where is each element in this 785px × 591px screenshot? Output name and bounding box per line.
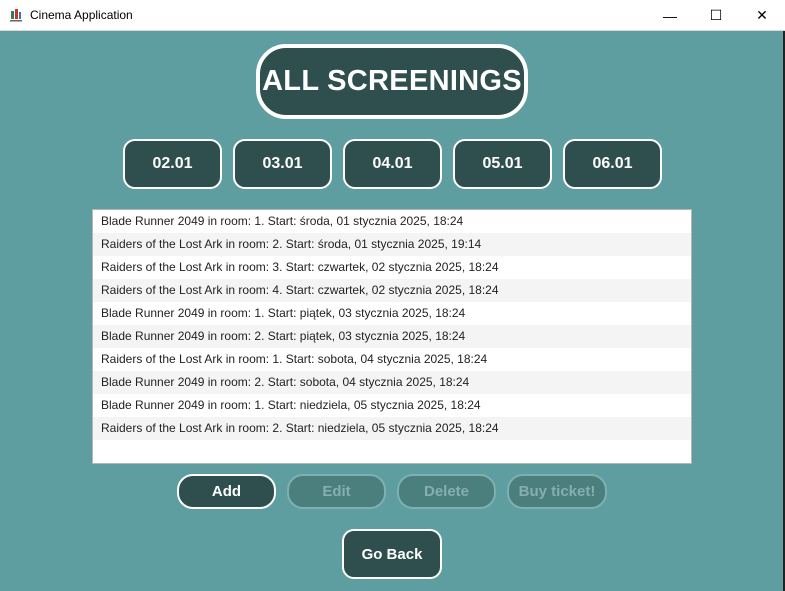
go-back-button[interactable]: Go Back [342,529,442,579]
window-title: Cinema Application [30,8,133,22]
list-item[interactable]: Blade Runner 2049 in room: 1. Start: pią… [93,302,691,325]
date-button-05-01[interactable]: 05.01 [453,139,552,189]
buy-ticket-button[interactable]: Buy ticket! [507,474,607,509]
date-button-06-01[interactable]: 06.01 [563,139,662,189]
list-item[interactable]: Raiders of the Lost Ark in room: 2. Star… [93,233,691,256]
list-item[interactable]: Blade Runner 2049 in room: 1. Start: nie… [93,394,691,417]
close-button[interactable]: ✕ [739,0,785,31]
list-item[interactable]: Blade Runner 2049 in room: 2. Start: sob… [93,371,691,394]
list-item[interactable]: Raiders of the Lost Ark in room: 2. Star… [93,417,691,440]
minimize-button[interactable]: — [647,0,693,31]
list-item[interactable]: Blade Runner 2049 in room: 2. Start: pią… [93,325,691,348]
date-button-02-01[interactable]: 02.01 [123,139,222,189]
window-titlebar: Cinema Application — ☐ ✕ [0,0,785,31]
list-item[interactable]: Raiders of the Lost Ark in room: 3. Star… [93,256,691,279]
screenings-list[interactable]: Blade Runner 2049 in room: 1. Start: śro… [92,209,692,464]
maximize-icon: ☐ [709,7,723,23]
date-button-04-01[interactable]: 04.01 [343,139,442,189]
list-item[interactable]: Raiders of the Lost Ark in room: 1. Star… [93,348,691,371]
minimize-icon: — [663,7,677,24]
edit-button[interactable]: Edit [287,474,386,509]
list-item[interactable]: Blade Runner 2049 in room: 1. Start: śro… [93,210,691,233]
page-title: ALL SCREENINGS [256,44,528,119]
date-button-03-01[interactable]: 03.01 [233,139,332,189]
cinema-app-icon [10,9,22,22]
delete-button[interactable]: Delete [397,474,496,509]
list-item[interactable]: Raiders of the Lost Ark in room: 4. Star… [93,279,691,302]
add-button[interactable]: Add [177,474,276,509]
close-icon: ✕ [756,7,768,23]
maximize-button[interactable]: ☐ [693,0,739,31]
